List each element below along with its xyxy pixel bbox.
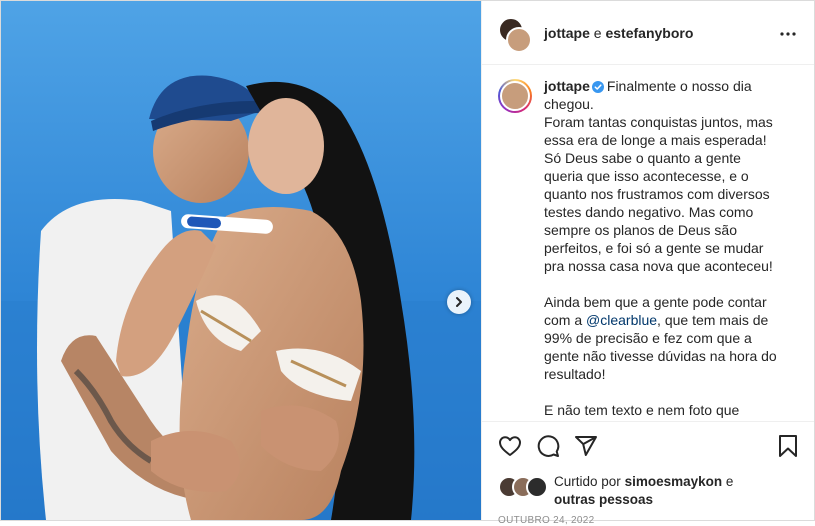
share-button[interactable] [574,434,598,458]
next-slide-button[interactable] [447,290,471,314]
post-actions [482,421,814,469]
post-caption: jottape Finalmente o nosso dia chegou. Fo… [482,65,814,420]
save-button[interactable] [778,434,798,458]
more-options-icon [780,32,796,36]
likes-summary: Curtido por simoesmaykon e outras pessoa… [498,473,798,509]
caption-mention[interactable]: @clearblue [586,312,657,328]
caption-text: jottape Finalmente o nosso dia chegou. Fo… [544,77,782,419]
likes-text: Curtido por simoesmaykon e outras pessoa… [554,473,733,509]
instagram-post: jottape e estefanyboro jottape Finalmente… [0,0,815,526]
caption-body: Finalmente o nosso dia chegou. Foram tan… [544,78,773,328]
post-sidebar: jottape e estefanyboro jottape Finalmente… [481,1,814,526]
liker-avatars[interactable] [498,476,548,498]
comment-icon [537,434,560,457]
avatar [526,476,548,498]
heart-icon [499,435,521,456]
like-button[interactable] [498,435,522,457]
likes-user[interactable]: simoesmaykon [625,474,723,489]
bookmark-icon [779,434,797,457]
chevron-right-icon [456,297,462,307]
header-conjunction: e [593,24,602,41]
likes-others[interactable]: outras pessoas [554,492,653,507]
post-header: jottape e estefanyboro [482,1,814,65]
verified-badge-icon [591,81,604,93]
likes-prefix: Curtido por [554,474,621,489]
avatar [506,26,532,53]
post-photo [1,1,481,520]
caption-avatar[interactable] [498,79,532,113]
header-usernames: jottape e estefanyboro [544,25,693,41]
caption-username[interactable]: jottape [544,78,590,94]
comment-button[interactable] [536,434,560,458]
more-options-button[interactable] [780,23,796,41]
likes-and: e [725,474,734,489]
header-user-1[interactable]: jottape [544,25,590,41]
collab-avatars[interactable] [498,16,532,53]
share-icon [575,435,597,456]
header-user-2[interactable]: estefanyboro [605,25,693,41]
post-media[interactable] [1,1,481,520]
